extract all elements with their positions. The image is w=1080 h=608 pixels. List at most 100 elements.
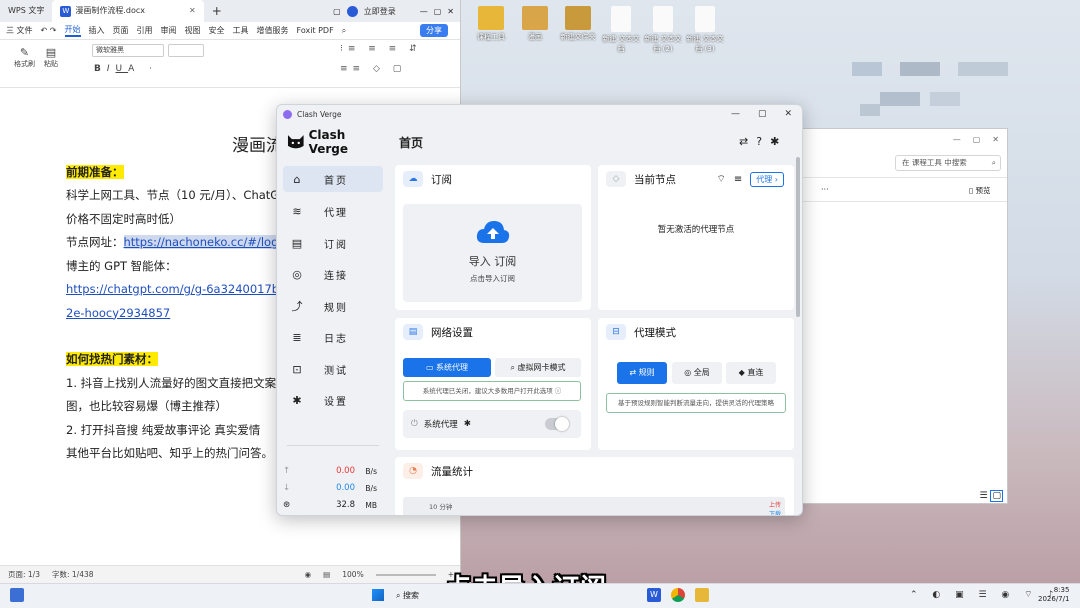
download-unit: B/s bbox=[365, 483, 377, 493]
view-toggle-icons[interactable]: ☰ ▢ bbox=[980, 490, 1003, 502]
desktop-folder-icon[interactable]: 漫画 bbox=[514, 6, 556, 42]
text-format-buttons[interactable]: BIUA · bbox=[94, 64, 158, 74]
desktop-icon-label: 新建 文本文档 (3) bbox=[686, 35, 724, 53]
time-range-label[interactable]: 10 分钟 bbox=[429, 501, 452, 511]
settings-icon[interactable]: ✱ bbox=[770, 135, 779, 148]
desktop-folder-icon[interactable]: 新建文件夹 bbox=[557, 6, 599, 42]
close-icon[interactable]: ✕ bbox=[189, 0, 196, 22]
system-proxy-tab[interactable]: ▭ 系统代理 bbox=[403, 358, 491, 377]
translate-icon[interactable]: ⇄ bbox=[739, 135, 748, 148]
new-tab-button[interactable]: + bbox=[204, 0, 230, 22]
menu-file[interactable]: 三 文件 bbox=[6, 25, 33, 36]
page-count: 页面: 1/3 bbox=[8, 570, 40, 579]
menu-home[interactable]: 开始 bbox=[64, 24, 81, 37]
doc-link[interactable]: https://nachoneko.cc/#/login bbox=[123, 235, 289, 249]
clash-brand: Clash Verge bbox=[277, 123, 387, 161]
more-icon[interactable]: ··· bbox=[821, 185, 829, 194]
brush-icon: ✎ bbox=[19, 46, 30, 59]
menu-insert[interactable]: 插入 bbox=[89, 25, 105, 36]
scrollbar[interactable] bbox=[796, 157, 800, 317]
tab-wps-home[interactable]: WPS 文字 bbox=[0, 0, 52, 22]
clock[interactable]: 8:35 2026/7/1 bbox=[1038, 586, 1069, 604]
format-painter-button[interactable]: ✎ 格式刷 bbox=[14, 46, 35, 69]
sidebar-item-subscription[interactable]: ▤ 订阅 bbox=[283, 230, 383, 256]
minimize-button[interactable]: — bbox=[420, 7, 428, 16]
sidebar-item-rules[interactable]: ⤴ 规则 bbox=[283, 293, 383, 319]
card-title: 代理模式 bbox=[634, 326, 676, 339]
chrome-icon[interactable] bbox=[671, 588, 685, 602]
wps-taskbar-icon[interactable]: W bbox=[647, 588, 661, 602]
menu-value-added[interactable]: 增值服务 bbox=[257, 25, 289, 36]
file-explorer-icon[interactable] bbox=[695, 588, 709, 602]
menu-view[interactable]: 视图 bbox=[185, 25, 201, 36]
share-button[interactable]: 分享 bbox=[420, 24, 448, 37]
sort-icon[interactable]: ≡ bbox=[734, 174, 742, 185]
traffic-stats-card: ◔ 流量统计 10 分钟 上传 下载 bbox=[395, 457, 794, 515]
close-button[interactable]: ✕ bbox=[784, 109, 792, 119]
paste-label: 粘贴 bbox=[44, 60, 58, 68]
avatar[interactable] bbox=[346, 5, 358, 17]
desktop-icon-label: 课程工具 bbox=[477, 33, 505, 41]
preview-button[interactable]: ▯ 预览 bbox=[969, 185, 991, 196]
maximize-button[interactable]: ▢ bbox=[758, 109, 767, 119]
desktop-folder-icon[interactable]: 课程工具 bbox=[470, 6, 512, 42]
tun-mode-tab[interactable]: ⌕ 虚拟网卡模式 bbox=[495, 358, 581, 377]
import-subscription-area[interactable]: 导入 订阅 点击导入订阅 bbox=[403, 204, 582, 302]
minimize-button[interactable]: — bbox=[953, 135, 961, 144]
mode-label: 规则 bbox=[638, 368, 655, 377]
sidebar-item-settings[interactable]: ✱ 设置 bbox=[283, 387, 383, 413]
desktop-file-icon[interactable]: 新建 文本文档 (2) bbox=[642, 6, 684, 54]
sidebar-item-label: 规则 bbox=[324, 302, 348, 314]
zoom-level: 100% bbox=[342, 570, 364, 579]
mode-rule-button[interactable]: ⇄ 规则 bbox=[617, 362, 667, 384]
menu-reference[interactable]: 引用 bbox=[137, 25, 153, 36]
mode-direct-button[interactable]: ◆ 直连 bbox=[726, 362, 776, 384]
eye-icon[interactable]: ◉ bbox=[305, 570, 312, 579]
sidebar-item-proxy[interactable]: ≋ 代理 bbox=[283, 198, 383, 224]
page-view-icon[interactable]: ▤ bbox=[323, 570, 330, 579]
login-link[interactable]: 立即登录 bbox=[364, 6, 396, 17]
header-actions: ⇄? ✱ bbox=[739, 135, 779, 148]
menu-security[interactable]: 安全 bbox=[209, 25, 225, 36]
proxy-select-button[interactable]: 代理 › bbox=[750, 171, 784, 187]
menu-undo-icon[interactable]: ↶ ↷ bbox=[41, 26, 57, 35]
search-icon[interactable]: ⌕ bbox=[342, 26, 346, 36]
tab-document[interactable]: W 漫画制作流程.docx ✕ bbox=[52, 0, 204, 22]
memory-icon: ⊛ bbox=[283, 500, 291, 510]
menu-review[interactable]: 审阅 bbox=[161, 25, 177, 36]
zoom-slider[interactable] bbox=[375, 573, 436, 576]
mode-global-button[interactable]: ◎ 全局 bbox=[672, 362, 722, 384]
menu-page[interactable]: 页面 bbox=[113, 25, 129, 36]
desktop-file-icon[interactable]: 新建 文本文档 (3) bbox=[684, 6, 726, 54]
sidebar-item-logs[interactable]: ≣ 日志 bbox=[283, 324, 383, 350]
paste-button[interactable]: ▤ 粘贴 bbox=[44, 46, 58, 69]
windows-start-icon[interactable] bbox=[372, 589, 384, 601]
menu-tools[interactable]: 工具 bbox=[233, 25, 249, 36]
gear-icon[interactable]: ✱ bbox=[464, 419, 471, 429]
font-select[interactable]: 微软雅黑 bbox=[92, 44, 164, 57]
sidebar-item-connections[interactable]: ◎ 连接 bbox=[283, 261, 383, 287]
align-buttons[interactable]: ≡≡ ◇ ▢ bbox=[340, 64, 406, 74]
window-icon[interactable]: ▢ bbox=[333, 7, 341, 16]
system-proxy-toggle[interactable] bbox=[545, 417, 569, 431]
power-icon: ⏻ bbox=[411, 419, 418, 429]
upload-value: 0.00 bbox=[336, 466, 355, 476]
tray-icons[interactable]: ⌃ ◐ ▣ ☰ ◉ ⌔ ♪ bbox=[910, 589, 1059, 600]
sidebar-item-home[interactable]: ⌂ 首页 bbox=[283, 166, 383, 192]
desktop-file-icon[interactable]: 新建 文本文档 bbox=[600, 6, 642, 54]
widgets-icon[interactable] bbox=[10, 588, 24, 602]
signal-icon[interactable]: ⌔ bbox=[716, 173, 725, 186]
memory-value: 32.8 bbox=[336, 500, 355, 510]
maximize-button[interactable]: ▢ bbox=[973, 135, 981, 144]
sidebar-item-test[interactable]: ⊡ 测试 bbox=[283, 356, 383, 382]
close-button[interactable]: ✕ bbox=[992, 135, 999, 144]
menu-foxit[interactable]: Foxit PDF bbox=[297, 26, 334, 35]
search-input[interactable]: 在 课程工具 中搜索 ⌕ bbox=[895, 155, 1001, 171]
taskbar-search[interactable]: ⌕ 搜索 bbox=[396, 590, 419, 601]
maximize-button[interactable]: ▢ bbox=[434, 7, 442, 16]
minimize-button[interactable]: — bbox=[731, 109, 740, 119]
help-icon[interactable]: ? bbox=[756, 135, 762, 148]
font-size-select[interactable] bbox=[168, 44, 204, 57]
close-button[interactable]: ✕ bbox=[447, 7, 454, 16]
paragraph-buttons[interactable]: ⁝≡ ≡ ≡ ⇵ bbox=[340, 44, 422, 54]
